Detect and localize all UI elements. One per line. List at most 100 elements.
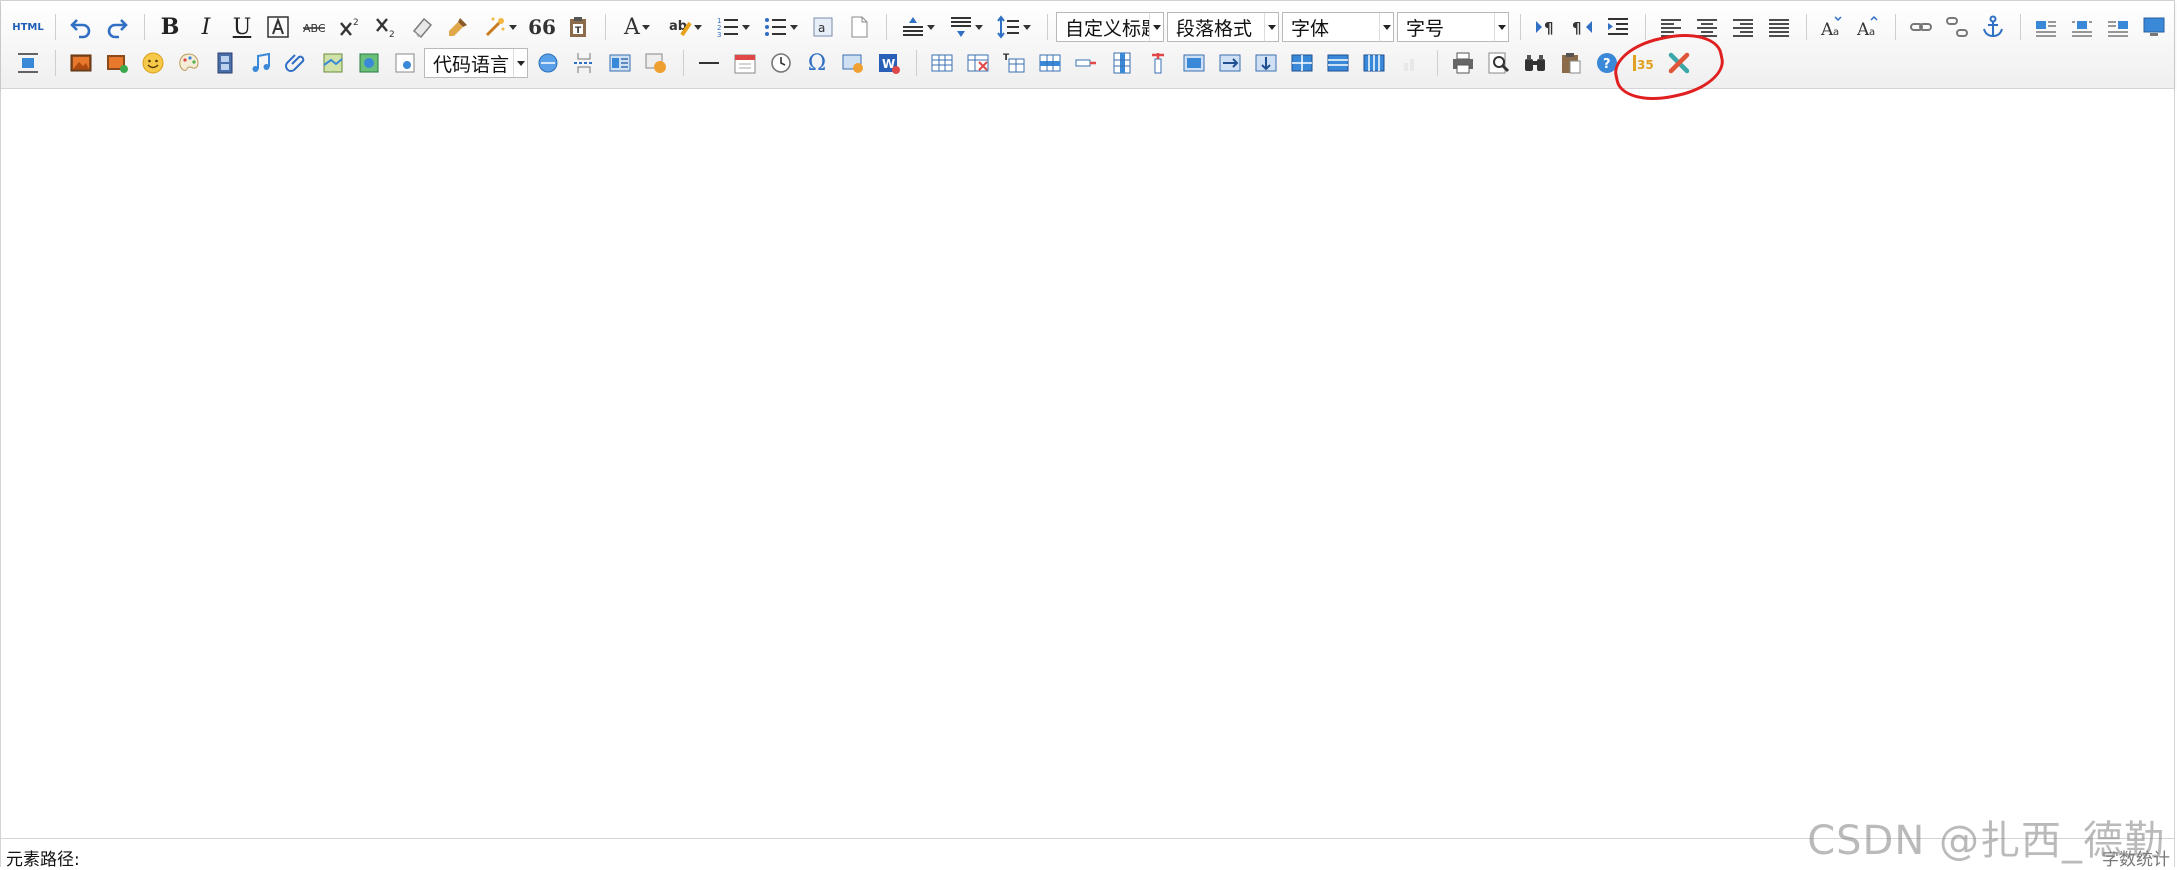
insert-row-button[interactable] bbox=[1033, 47, 1067, 79]
unordered-list-button[interactable] bbox=[758, 11, 804, 43]
superscript-button[interactable]: 2 bbox=[333, 11, 367, 43]
editor-content-area[interactable] bbox=[1, 89, 2174, 837]
eraser-button[interactable] bbox=[405, 11, 439, 43]
italic-button[interactable]: I bbox=[189, 11, 223, 43]
to-lowercase-button[interactable]: Aa bbox=[1851, 11, 1885, 43]
image-center-button[interactable] bbox=[2137, 11, 2171, 43]
row-spacing-bottom-button[interactable] bbox=[943, 11, 989, 43]
font-border-button[interactable] bbox=[261, 11, 295, 43]
chevron-down-icon bbox=[1023, 24, 1031, 30]
clear-doc-button[interactable] bbox=[842, 11, 876, 43]
blockquote-button[interactable]: 66 bbox=[525, 11, 559, 43]
horizontal-rule-button[interactable] bbox=[692, 47, 726, 79]
template-button[interactable] bbox=[603, 47, 637, 79]
html-source-button[interactable]: HTML bbox=[11, 11, 45, 43]
horizontal-center-button[interactable] bbox=[11, 47, 45, 79]
insert-caption-button[interactable]: T bbox=[997, 47, 1031, 79]
film-icon bbox=[217, 52, 233, 74]
ltr-direction-button[interactable]: ¶ bbox=[1529, 11, 1563, 43]
font-size-select[interactable]: 字号 bbox=[1397, 12, 1509, 42]
map-button[interactable] bbox=[316, 47, 350, 79]
special-chars-button[interactable]: Ω bbox=[800, 47, 834, 79]
select-all-button[interactable]: a bbox=[806, 11, 840, 43]
align-right-button[interactable] bbox=[1726, 11, 1760, 43]
chevron-down-icon bbox=[975, 24, 983, 30]
merge-right-button[interactable] bbox=[1213, 47, 1247, 79]
insert-image-button[interactable] bbox=[100, 47, 134, 79]
background-button[interactable] bbox=[639, 47, 673, 79]
redo-button[interactable] bbox=[100, 11, 134, 43]
attachment-button[interactable] bbox=[280, 47, 314, 79]
printer-icon bbox=[1453, 52, 1473, 74]
underline-button[interactable]: U bbox=[225, 11, 259, 43]
webapp-button[interactable] bbox=[531, 47, 565, 79]
image-right-button[interactable] bbox=[2101, 11, 2135, 43]
simple-upload-button[interactable] bbox=[64, 47, 98, 79]
font-color-button[interactable]: A bbox=[614, 11, 660, 43]
merge-cells-icon bbox=[1183, 54, 1205, 72]
ordered-list-button[interactable]: 123 bbox=[710, 11, 756, 43]
svg-text:a: a bbox=[1833, 27, 1839, 38]
separator bbox=[605, 14, 606, 40]
format-painter-button[interactable] bbox=[441, 11, 475, 43]
undo-button[interactable] bbox=[64, 11, 98, 43]
auto-format-button[interactable] bbox=[477, 11, 523, 43]
delete-table-button[interactable] bbox=[961, 47, 995, 79]
image-none-button[interactable] bbox=[2029, 11, 2063, 43]
insert-table-button[interactable] bbox=[925, 47, 959, 79]
gmap-button[interactable] bbox=[352, 47, 386, 79]
insert-col-button[interactable] bbox=[1105, 47, 1139, 79]
images-icon bbox=[107, 55, 128, 73]
image-left-button[interactable] bbox=[2065, 11, 2099, 43]
merge-down-button[interactable] bbox=[1249, 47, 1283, 79]
insert-video-button[interactable] bbox=[208, 47, 242, 79]
paragraph-format-select[interactable]: 段落格式 bbox=[1167, 12, 1279, 42]
rtl-direction-button[interactable]: ¶ bbox=[1565, 11, 1599, 43]
insert-time-button[interactable] bbox=[764, 47, 798, 79]
chevron-down-icon bbox=[509, 24, 517, 30]
delete-col-button[interactable] bbox=[1141, 47, 1175, 79]
wordimage-button[interactable] bbox=[836, 47, 870, 79]
strikethrough-button[interactable]: ABC bbox=[297, 11, 331, 43]
search-replace-button[interactable] bbox=[1518, 47, 1552, 79]
split-to-cols-button[interactable] bbox=[1357, 47, 1391, 79]
rich-text-editor: HTML B I U ABC 2 2 66 T A ab 1 2 3 a 自定义… bbox=[0, 0, 2175, 870]
line-height-button[interactable] bbox=[991, 11, 1037, 43]
split-to-rows-button[interactable] bbox=[1321, 47, 1355, 79]
paste-plain-button[interactable]: T bbox=[561, 11, 595, 43]
subscript-button[interactable]: 2 bbox=[369, 11, 403, 43]
insert-date-button[interactable] bbox=[728, 47, 762, 79]
merge-cells-button[interactable] bbox=[1177, 47, 1211, 79]
link-button[interactable] bbox=[1904, 11, 1938, 43]
svg-text:A: A bbox=[1856, 20, 1870, 39]
bold-button[interactable]: B bbox=[153, 11, 187, 43]
background-color-button[interactable]: ab bbox=[662, 11, 708, 43]
drafts-button[interactable] bbox=[1554, 47, 1588, 79]
chart-button[interactable] bbox=[1393, 47, 1427, 79]
anchor-button[interactable] bbox=[1976, 11, 2010, 43]
bold-icon: B bbox=[160, 14, 180, 40]
custom-heading-select[interactable]: 自定义标题 bbox=[1056, 12, 1164, 42]
row-spacing-top-button[interactable] bbox=[895, 11, 941, 43]
to-uppercase-button[interactable]: Aa bbox=[1815, 11, 1849, 43]
word-import-button[interactable]: W bbox=[872, 47, 906, 79]
print-button[interactable] bbox=[1446, 47, 1480, 79]
emotion-button[interactable] bbox=[136, 47, 170, 79]
code-language-select[interactable]: 代码语言 bbox=[424, 48, 528, 78]
align-justify-button[interactable] bbox=[1762, 11, 1796, 43]
insert-frame-button[interactable] bbox=[388, 47, 422, 79]
unlink-button[interactable] bbox=[1940, 11, 1974, 43]
indent-button[interactable] bbox=[1601, 11, 1635, 43]
music-button[interactable] bbox=[244, 47, 278, 79]
smiley-icon bbox=[142, 52, 164, 74]
italic-icon: I bbox=[201, 14, 211, 40]
bullet-list-icon bbox=[765, 18, 786, 36]
delete-row-button[interactable] bbox=[1069, 47, 1103, 79]
preview-button[interactable] bbox=[1482, 47, 1516, 79]
highlight-icon: ab bbox=[669, 19, 692, 37]
scrawl-button[interactable] bbox=[172, 47, 206, 79]
template-icon bbox=[609, 54, 631, 72]
font-family-select[interactable]: 字体 bbox=[1282, 12, 1394, 42]
page-break-button[interactable] bbox=[567, 47, 601, 79]
split-to-cells-button[interactable] bbox=[1285, 47, 1319, 79]
